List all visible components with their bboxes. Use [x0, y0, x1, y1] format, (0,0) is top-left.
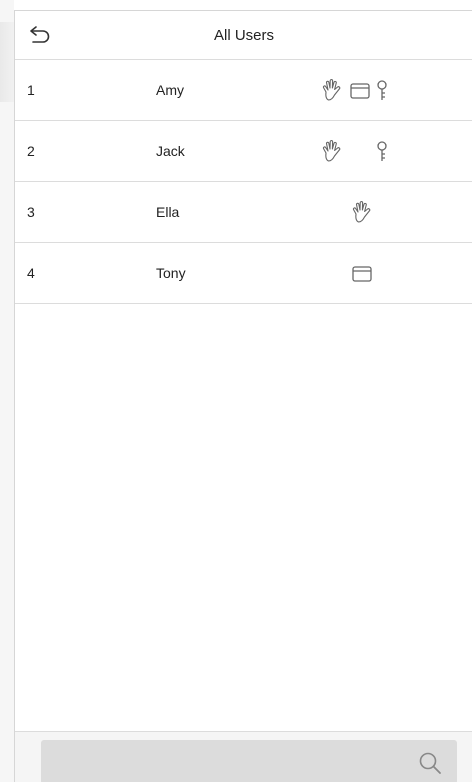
card-icon [351, 261, 373, 292]
user-row[interactable]: 4 Tony [15, 243, 472, 304]
user-row[interactable]: 3 Ella [15, 182, 472, 243]
verification-methods [319, 261, 409, 287]
page-title: All Users [213, 26, 274, 44]
verification-methods [319, 200, 409, 226]
user-number: 3 [27, 204, 35, 220]
back-button[interactable] [23, 19, 57, 51]
screen: All Users 1 Amy 2 Jack 3 Ella 4 Tony [0, 0, 472, 782]
user-row[interactable]: 1 Amy [15, 60, 472, 121]
user-name: Amy [156, 82, 184, 98]
key-icon [374, 78, 392, 109]
palm-icon [319, 139, 345, 170]
verification-methods [319, 139, 409, 165]
user-number: 2 [27, 143, 35, 159]
user-row[interactable]: 2 Jack [15, 121, 472, 182]
user-number: 1 [27, 82, 35, 98]
verification-methods [319, 78, 409, 104]
search-icon[interactable] [417, 750, 443, 776]
search-footer [15, 731, 472, 782]
header: All Users [15, 11, 472, 60]
back-arrow-icon [30, 26, 50, 43]
user-name: Jack [156, 143, 185, 159]
edge-shade [0, 0, 14, 782]
all-users-panel: All Users 1 Amy 2 Jack 3 Ella 4 Tony [14, 10, 472, 782]
user-list: 1 Amy 2 Jack 3 Ella 4 Tony [15, 60, 472, 304]
key-icon [374, 139, 392, 170]
palm-icon [349, 200, 375, 231]
user-name: Ella [156, 204, 180, 220]
user-number: 4 [27, 265, 35, 281]
card-icon [349, 78, 371, 109]
user-name: Tony [156, 265, 186, 281]
palm-icon [319, 78, 345, 109]
search-bar[interactable] [41, 740, 457, 782]
